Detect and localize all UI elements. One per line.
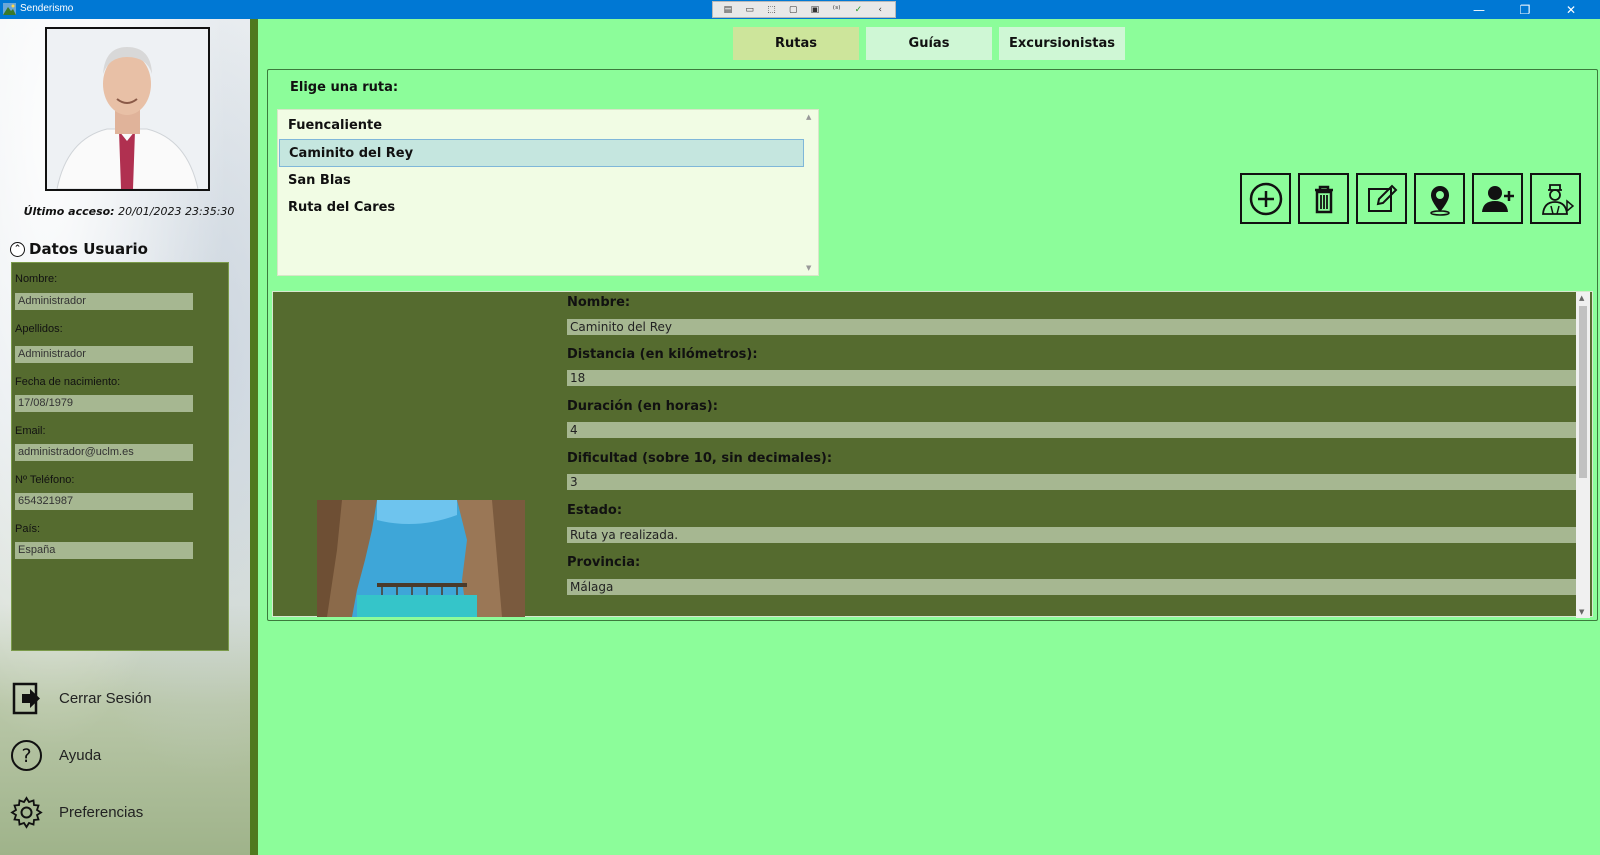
sidebar-border: [250, 19, 258, 855]
country-label: País:: [15, 523, 41, 535]
title-bar: Senderismo ▤ ▭ ⬚ ▢ ▣ ⁽ˢ⁾ ✓ ‹ — ❐ ✕: [0, 0, 1600, 19]
add-hiker-button[interactable]: [1472, 173, 1523, 224]
route-photo: [317, 500, 525, 617]
svg-text:?: ?: [21, 745, 31, 767]
choose-route-label: Elige una ruta:: [290, 80, 399, 95]
close-button[interactable]: ✕: [1548, 0, 1594, 19]
delete-route-button[interactable]: [1298, 173, 1349, 224]
name-label: Nombre:: [15, 273, 58, 285]
detail-distance-label: Distancia (en kilómetros):: [567, 347, 758, 362]
location-pin-icon: [1429, 185, 1450, 216]
scroll-up-icon[interactable]: ▲: [806, 113, 811, 121]
map-route-button[interactable]: [1414, 173, 1465, 224]
check-icon[interactable]: ✓: [851, 4, 865, 16]
user-data-panel: Nombre: Administrador Apellidos: Adminis…: [11, 262, 229, 651]
select-element-icon[interactable]: ⬚: [764, 4, 778, 16]
email-label: Email:: [15, 425, 46, 437]
route-detail-panel: Nombre: Caminito del Rey Distancia (en k…: [272, 291, 1593, 618]
name-field[interactable]: Administrador: [15, 293, 193, 310]
list-scrollbar[interactable]: ▲ ▼: [803, 111, 817, 274]
chevron-up-icon[interactable]: ⌃: [10, 241, 25, 257]
logout-label: Cerrar Sesión: [59, 690, 152, 707]
profile-photo: [45, 27, 210, 191]
debug-toolbar: ▤ ▭ ⬚ ▢ ▣ ⁽ˢ⁾ ✓ ‹: [712, 1, 896, 18]
detail-scrollbar[interactable]: ▲ ▼: [1576, 292, 1590, 618]
last-access-value: 20/01/2023 23:35:30: [118, 205, 235, 218]
minimize-button[interactable]: —: [1456, 0, 1502, 19]
surname-field[interactable]: Administrador: [15, 346, 193, 363]
detail-duration-label: Duración (en horas):: [567, 399, 718, 414]
add-user-icon: [1481, 185, 1514, 212]
user-data-header[interactable]: ⌃ Datos Usuario: [10, 240, 148, 258]
preferences-button[interactable]: Preferencias: [10, 796, 143, 829]
last-access: Último acceso: 20/01/2023 23:35:30: [0, 205, 258, 218]
scroll-up-icon[interactable]: ▲: [1579, 294, 1584, 302]
detail-province-label: Provincia:: [567, 555, 641, 570]
email-field[interactable]: administrador@uclm.es: [15, 444, 193, 461]
surname-label: Apellidos:: [15, 323, 63, 335]
logout-button[interactable]: Cerrar Sesión: [10, 682, 152, 715]
live-tree-icon[interactable]: ▤: [721, 4, 735, 16]
track-focus-icon[interactable]: ▣: [808, 4, 822, 16]
edit-route-button[interactable]: [1356, 173, 1407, 224]
detail-name-label: Nombre:: [567, 295, 631, 310]
add-route-button[interactable]: [1240, 173, 1291, 224]
scrollbar-thumb[interactable]: [1579, 306, 1587, 478]
scroll-down-icon[interactable]: ▼: [1579, 608, 1584, 616]
detail-difficulty-label: Dificultad (sobre 10, sin decimales):: [567, 451, 833, 466]
tab-guias[interactable]: Guías: [866, 27, 992, 60]
main-tabs: Rutas Guías Excursionistas: [733, 27, 1125, 60]
country-field[interactable]: España: [15, 542, 193, 559]
binding-icon[interactable]: ⁽ˢ⁾: [830, 4, 844, 16]
edit-icon: [1367, 184, 1397, 212]
collapse-toolbar-icon[interactable]: ‹: [873, 4, 887, 16]
restore-button[interactable]: ❐: [1502, 0, 1548, 19]
detail-status-field[interactable]: Ruta ya realizada.: [567, 527, 1576, 543]
list-item[interactable]: San Blas: [279, 167, 804, 195]
assign-guide-button[interactable]: [1530, 173, 1581, 224]
scroll-down-icon[interactable]: ▼: [806, 264, 811, 272]
tab-excursionistas[interactable]: Excursionistas: [999, 27, 1125, 60]
window-title: Senderismo: [20, 3, 74, 14]
list-item-selected[interactable]: Caminito del Rey: [279, 139, 804, 167]
detail-name-field[interactable]: Caminito del Rey: [567, 319, 1576, 335]
trash-icon: [1314, 185, 1333, 213]
detail-distance-field[interactable]: 18: [567, 370, 1576, 386]
detail-province-field[interactable]: Málaga: [567, 579, 1576, 595]
help-icon: ?: [10, 739, 43, 772]
phone-field[interactable]: 654321987: [15, 493, 193, 510]
user-avatar: [47, 29, 208, 189]
app-icon: [3, 3, 16, 15]
detail-difficulty-field[interactable]: 3: [567, 474, 1576, 490]
layout-adorner-icon[interactable]: ▢: [786, 4, 800, 16]
phone-label: Nº Teléfono:: [15, 474, 75, 486]
help-button[interactable]: ? Ayuda: [10, 739, 101, 772]
birthdate-label: Fecha de nacimiento:: [15, 376, 121, 388]
user-data-title: Datos Usuario: [29, 240, 148, 258]
list-item[interactable]: Ruta del Cares: [279, 194, 804, 222]
detail-status-label: Estado:: [567, 503, 623, 518]
gear-icon: [10, 796, 43, 829]
sidebar: Último acceso: 20/01/2023 23:35:30 ⌃ Dat…: [0, 19, 258, 855]
guide-assign-icon: [1541, 183, 1574, 215]
help-label: Ayuda: [59, 747, 102, 764]
add-icon: [1249, 182, 1282, 215]
route-list[interactable]: Fuencaliente Caminito del Rey San Blas R…: [277, 109, 819, 276]
tab-rutas[interactable]: Rutas: [733, 27, 859, 60]
birthdate-field[interactable]: 17/08/1979: [15, 395, 193, 412]
list-item[interactable]: Fuencaliente: [279, 112, 804, 140]
detail-duration-field[interactable]: 4: [567, 422, 1576, 438]
video-icon[interactable]: ▭: [743, 4, 757, 16]
preferences-label: Preferencias: [59, 804, 144, 821]
last-access-label: Último acceso:: [23, 205, 115, 218]
logout-icon: [10, 682, 43, 715]
